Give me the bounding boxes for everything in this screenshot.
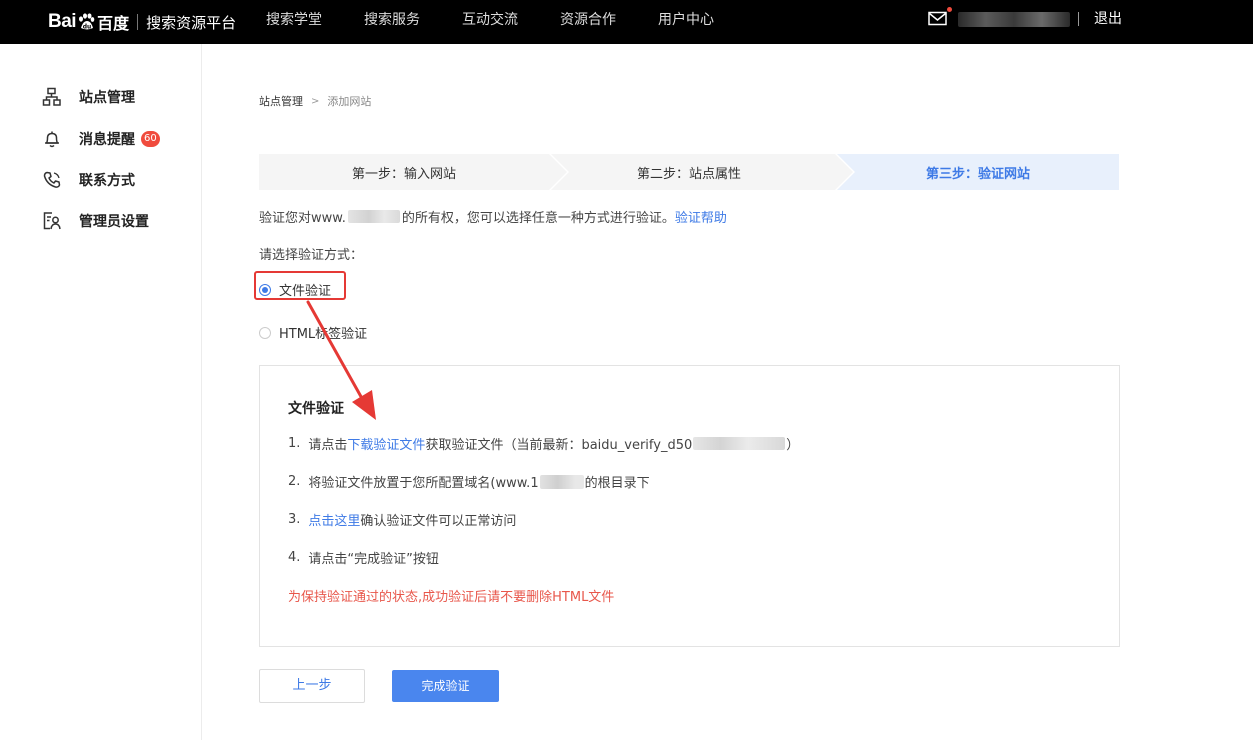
step-number: 1. [288,436,301,451]
panel-title: 文件验证 [288,401,344,417]
domain-redacted [539,474,584,489]
highlight-annotation-box [254,271,346,300]
logo-bai-text: Bai [48,11,77,32]
nav-search-service[interactable]: 搜索服务 [364,0,420,44]
instruction-step-3: 3. 点击这里 确认验证文件可以正常访问 [288,510,516,529]
step-3-label: 第三步：验证网站 [925,166,1030,182]
bell-icon [42,129,62,149]
complete-verification-button[interactable]: 完成验证 [392,670,499,702]
sidebar-item-site-management[interactable]: 站点管理 [42,86,135,108]
step-indicator: 第一步：输入网站 第二步：站点属性 第三步：验证网站 [259,154,1119,190]
verification-help-link[interactable]: 验证帮助 [675,207,727,226]
method-label: HTML标签验证 [279,327,368,342]
step-1-label: 第一步：输入网站 [351,166,456,182]
top-navbar: Bai du 百度 搜索资源平台 搜索学堂 搜索服务 互动交流 资源合作 用户中… [0,0,1253,44]
nav-interaction[interactable]: 互动交流 [462,0,518,44]
step-3-active: 第三步：验证网站 [837,154,1119,190]
nav-user-center[interactable]: 用户中心 [658,0,714,44]
step-number: 3. [288,512,301,527]
filename-redacted [693,437,786,450]
main-nav: 搜索学堂 搜索服务 互动交流 资源合作 用户中心 [266,0,756,44]
sidebar-item-label: 联系方式 [79,173,135,189]
sidebar-item-admin-settings[interactable]: 管理员设置 [42,210,149,232]
logo-du-text: 百度 [97,14,130,33]
step-number: 2. [288,474,301,489]
nav-resource-cooperation[interactable]: 资源合作 [560,0,616,44]
intro-prefix: 验证您对www. [259,211,346,226]
click-here-link[interactable]: 点击这里 [308,510,360,529]
baidu-logo[interactable]: Bai du 百度 搜索资源平台 [48,8,236,36]
verification-intro: 验证您对www. 的所有权，您可以选择任意一种方式进行验证。 验证帮助 [259,207,727,226]
sidebar-item-notifications[interactable]: 消息提醒 60 [42,128,160,150]
previous-step-button[interactable]: 上一步 [259,669,365,703]
step-text: 确认验证文件可以正常访问 [360,514,517,529]
step-2: 第二步：站点属性 [551,154,827,190]
warning-text: 为保持验证通过的状态,成功验证后请不要删除HTML文件 [288,590,615,605]
mail-icon[interactable] [928,11,947,26]
username-redacted[interactable] [958,12,1070,27]
step-2-label: 第二步：站点属性 [636,166,741,182]
logo-divider [137,14,139,30]
intro-suffix: 的所有权，您可以选择任意一种方式进行验证。 [401,211,675,226]
instruction-step-2: 2. 将验证文件放置于您所配置域名(www.1 的根目录下 [288,472,650,491]
svg-text:du: du [83,24,92,31]
file-verification-panel: 文件验证 1. 请点击 下载验证文件 获取验证文件（当前最新：baidu_ver… [259,365,1120,647]
sidebar-item-contact[interactable]: 联系方式 [42,169,135,191]
sidebar-item-label: 管理员设置 [79,214,149,230]
step-text: ） [786,438,800,453]
paw-logo-icon: du [77,13,95,31]
breadcrumb-root[interactable]: 站点管理 [259,93,303,109]
step-text: 将验证文件放置于您所配置域名(www.1 [308,476,539,491]
step-text: 的根目录下 [584,476,650,491]
phone-icon [42,170,62,190]
sidebar: 站点管理 消息提醒 60 联系方式 管理员设置 [0,44,202,740]
step-1: 第一步：输入网站 [259,154,549,190]
nav-search-academy[interactable]: 搜索学堂 [266,0,322,44]
admin-icon [42,211,62,231]
logout-link[interactable]: 退出 [1094,0,1122,38]
step-text: 请点击 [308,438,348,453]
step-number: 4. [288,550,301,565]
instruction-step-1: 1. 请点击 下载验证文件 获取验证文件（当前最新：baidu_verify_d… [288,434,799,453]
download-verification-file-link[interactable]: 下载验证文件 [347,434,425,453]
unread-count-badge: 60 [141,131,160,147]
sidebar-item-label: 消息提醒 [79,132,135,148]
method-html-tag-verification[interactable]: HTML标签验证 [259,323,367,342]
breadcrumb-separator: > [311,95,320,107]
instruction-step-4: 4. 请点击“完成验证”按钮 [288,548,439,567]
choose-method-label: 请选择验证方式： [259,248,364,263]
topbar-divider [1078,12,1079,26]
platform-name: 搜索资源平台 [146,13,237,32]
mail-notification-dot [947,7,952,12]
breadcrumb: 站点管理 > 添加网站 [259,93,371,109]
sidebar-item-label: 站点管理 [79,90,135,106]
step-text: 请点击“完成验证”按钮 [308,552,439,567]
breadcrumb-current: 添加网站 [327,95,372,108]
step-text: 获取验证文件（当前最新：baidu_verify_d50 [425,438,693,453]
domain-redacted [347,210,400,223]
radio-html-tag-verification[interactable] [259,326,271,339]
sitemap-icon [42,87,62,107]
